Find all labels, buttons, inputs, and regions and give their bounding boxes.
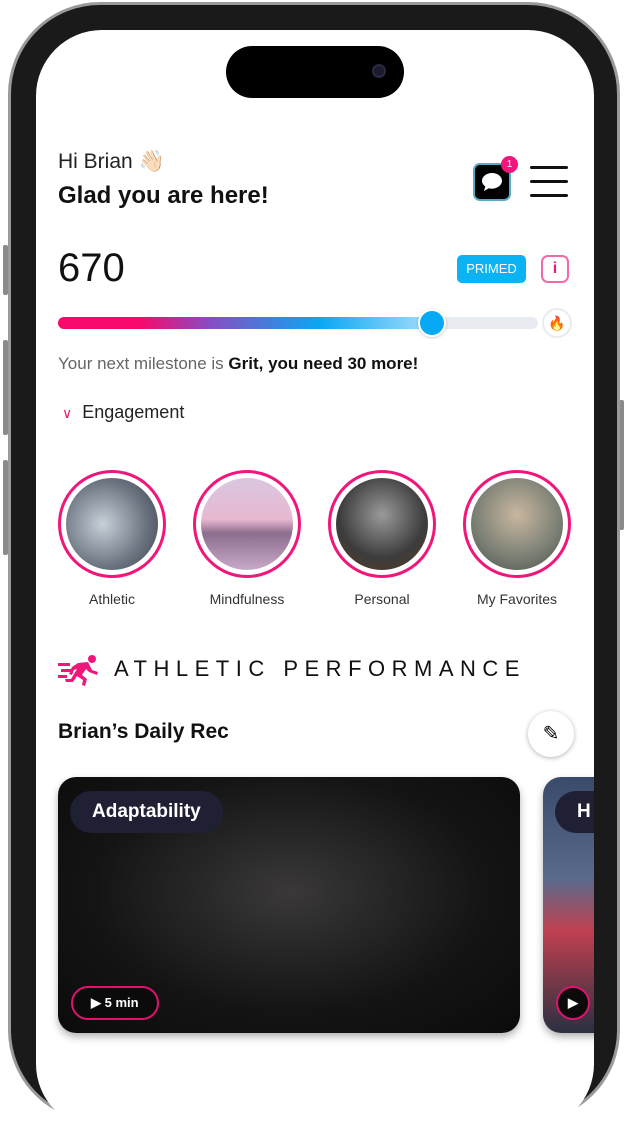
progress-fill xyxy=(58,317,433,329)
pencil-icon: ✎ xyxy=(542,723,560,745)
app-screen: Hi Brian 👋🏻 Glad you are here! 1 670 PRI… xyxy=(36,30,594,1130)
chat-button[interactable]: 1 xyxy=(473,156,518,201)
category-image xyxy=(336,478,428,570)
card-tag: H xyxy=(555,791,594,833)
dynamic-island xyxy=(226,46,404,98)
play-duration-button[interactable]: ▶ xyxy=(556,986,590,1020)
daily-rec-title: Brian’s Daily Rec xyxy=(58,720,229,743)
flame-icon: 🔥 xyxy=(542,308,572,338)
chat-bubble-icon xyxy=(482,173,502,191)
camera-icon xyxy=(372,64,386,78)
hamburger-menu-icon[interactable] xyxy=(530,166,568,198)
status-badge: PRIMED xyxy=(457,255,526,283)
score-value: 670 xyxy=(58,246,125,290)
chevron-down-icon: ∨ xyxy=(62,405,73,421)
welcome-title: Glad you are here! xyxy=(58,182,269,209)
wave-icon: 👋🏻 xyxy=(138,150,165,173)
category-image xyxy=(66,478,158,570)
score-progress-bar xyxy=(58,309,538,337)
card-tag: Adaptability xyxy=(70,791,223,833)
play-icon: ▶ xyxy=(91,995,101,1010)
category-my-favorites[interactable]: My Favorites xyxy=(463,470,571,607)
edit-button[interactable]: ✎ xyxy=(528,711,574,757)
workout-card[interactable]: Adaptability ▶ 5 min xyxy=(58,777,520,1033)
running-icon xyxy=(58,655,98,686)
category-image xyxy=(471,478,563,570)
play-icon: ▶ xyxy=(568,995,578,1010)
category-athletic[interactable]: Athletic xyxy=(58,470,166,607)
play-duration-button[interactable]: ▶ 5 min xyxy=(71,986,159,1020)
category-image xyxy=(201,478,293,570)
info-icon[interactable]: i xyxy=(541,255,569,283)
workout-card[interactable]: H ▶ xyxy=(543,777,594,1033)
greeting: Hi Brian 👋🏻 xyxy=(58,150,165,173)
progress-thumb xyxy=(418,309,447,337)
category-mindfulness[interactable]: Mindfulness xyxy=(193,470,301,607)
section-title: ATHLETIC PERFORMANCE xyxy=(58,654,526,686)
category-personal[interactable]: Personal xyxy=(328,470,436,607)
milestone-text: Your next milestone is Grit, you need 30… xyxy=(58,354,419,373)
engagement-toggle[interactable]: ∨ Engagement xyxy=(62,402,184,423)
notification-badge: 1 xyxy=(501,156,518,173)
